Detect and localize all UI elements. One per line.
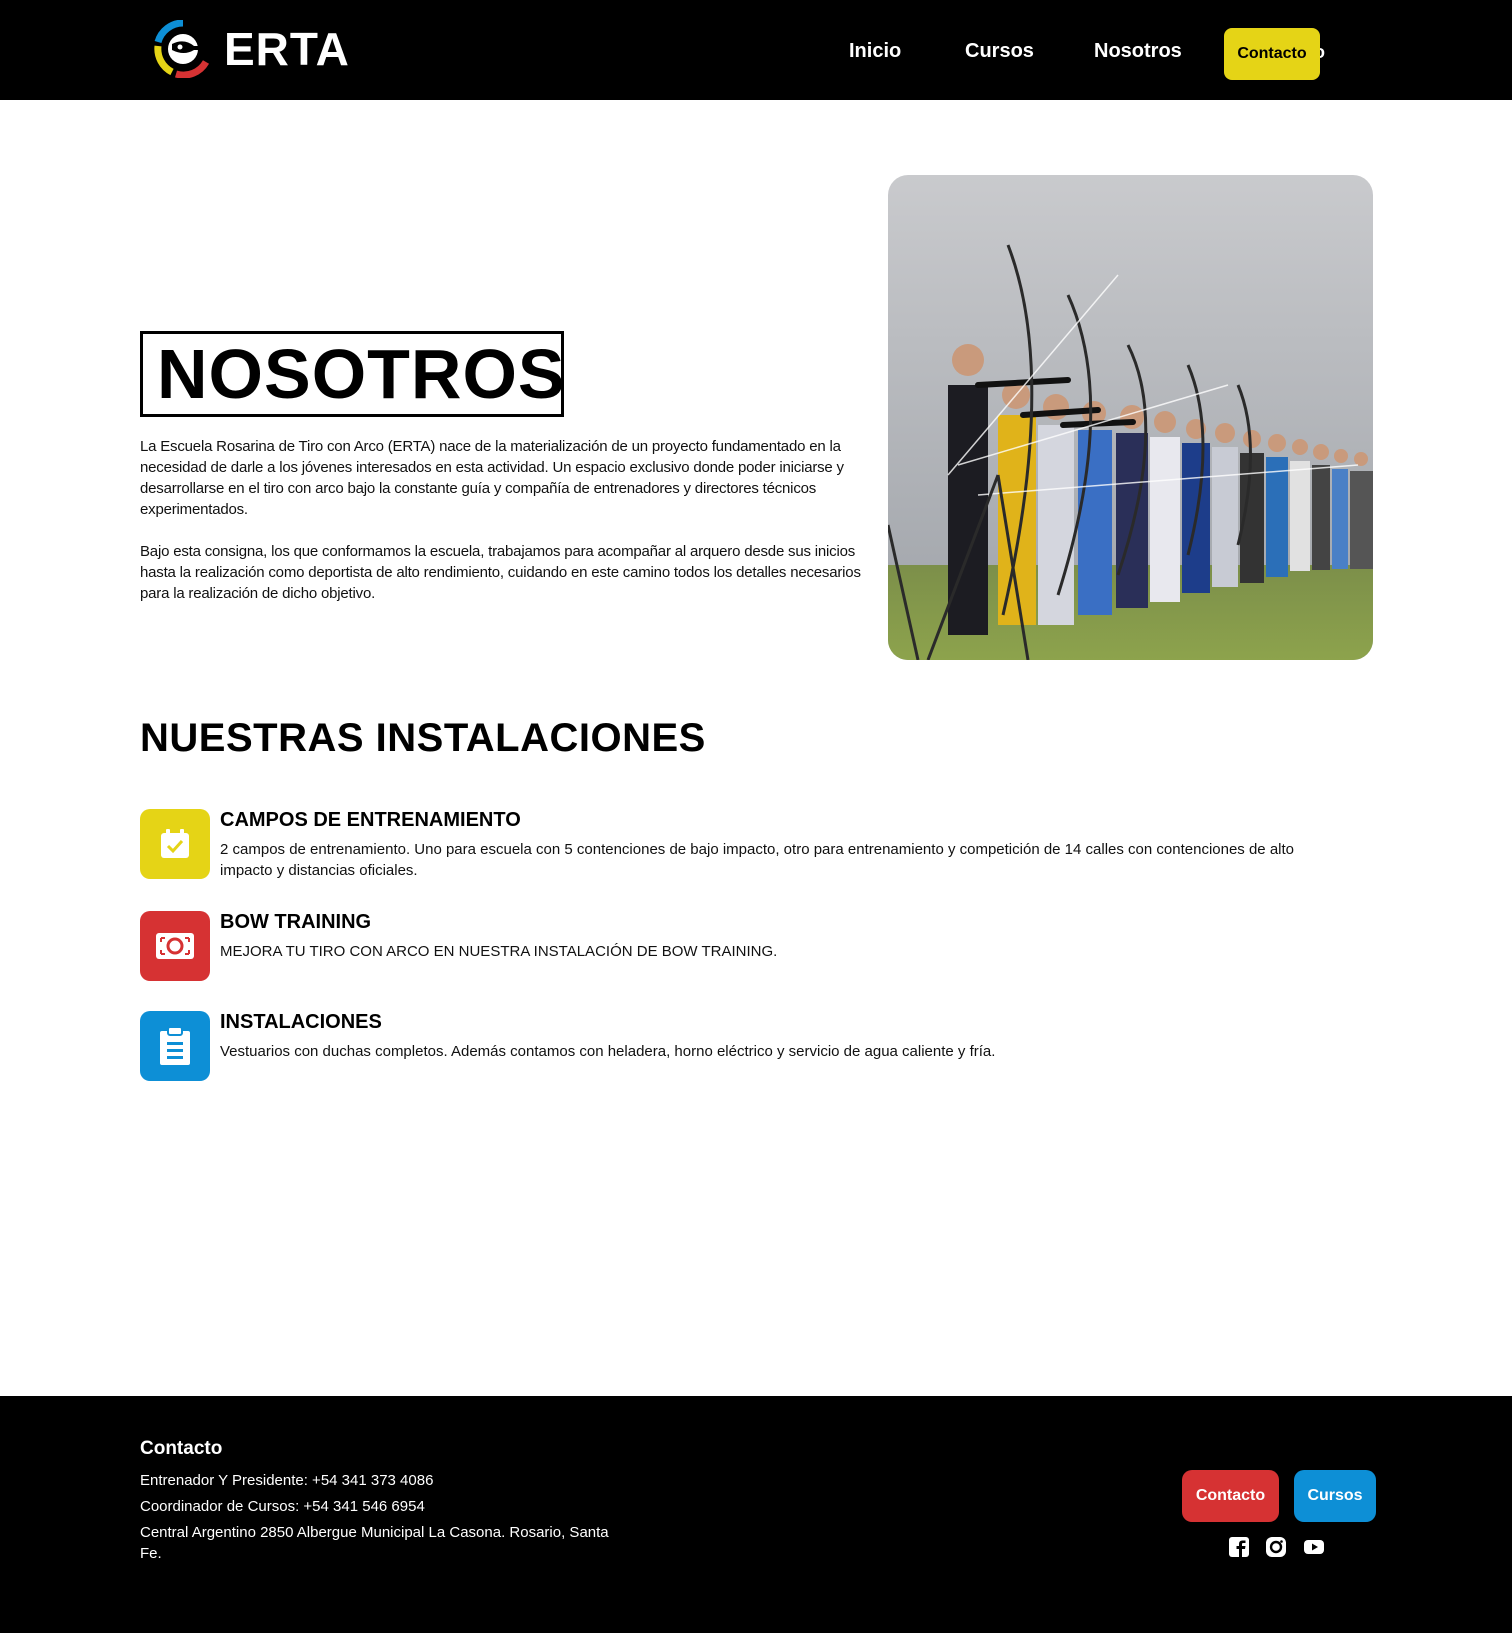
facilities-title: NUESTRAS INSTALACIONES	[140, 716, 706, 760]
footer-phone-president: Entrenador Y Presidente: +54 341 373 408…	[140, 1472, 434, 1489]
page-title: NOSOTROS	[157, 335, 566, 413]
about-title-box: NOSOTROS	[140, 331, 566, 417]
facility-name: INSTALACIONES	[220, 1011, 382, 1033]
facility-name: BOW TRAINING	[220, 911, 372, 933]
facebook-icon[interactable]	[1228, 1536, 1250, 1558]
site-header: ERTA Inicio Cursos Nosotros o Contacto	[0, 0, 1512, 100]
instagram-icon[interactable]	[1265, 1536, 1287, 1558]
nav-item-nosotros[interactable]: Nosotros	[1094, 40, 1182, 63]
calendar-check-icon	[140, 809, 210, 879]
archers-photo-illustration	[888, 175, 1373, 660]
facility-description: 2 campos de entrenamiento. Uno para escu…	[220, 841, 1295, 879]
footer-phone-coordinator: Coordinador de Cursos: +54 341 546 6954	[140, 1498, 425, 1515]
about-paragraph: Bajo esta consigna, los que conformamos …	[140, 543, 861, 602]
about-text: La Escuela Rosarina de Tiro con Arco (ER…	[140, 436, 870, 625]
footer-courses-button[interactable]: Cursos	[1294, 1470, 1376, 1522]
nav-item-inicio[interactable]: Inicio	[849, 40, 901, 63]
facility-description: MEJORA TU TIRO CON ARCO EN NUESTRA INSTA…	[220, 943, 778, 960]
about-paragraph: La Escuela Rosarina de Tiro con Arco (ER…	[140, 438, 844, 518]
footer-contact-button[interactable]: Contacto	[1182, 1470, 1279, 1522]
footer-title: Contacto	[140, 1438, 223, 1459]
main-nav: Inicio Cursos Nosotros o Contacto	[0, 28, 1512, 80]
contact-button[interactable]: Contacto	[1224, 28, 1320, 80]
footer-address: Central Argentino 2850 Albergue Municipa…	[140, 1524, 609, 1562]
facility-name: CAMPOS DE ENTRENAMIENTO	[220, 809, 521, 831]
facility-description: Vestuarios con duchas completos. Además …	[220, 1043, 996, 1060]
archers-photo	[888, 175, 1373, 660]
site-footer: Contacto Entrenador Y Presidente: +54 34…	[0, 1396, 1512, 1633]
clipboard-icon	[140, 1011, 210, 1081]
youtube-icon[interactable]	[1303, 1536, 1325, 1558]
camera-icon	[140, 911, 210, 981]
nav-item-cursos[interactable]: Cursos	[965, 40, 1034, 63]
